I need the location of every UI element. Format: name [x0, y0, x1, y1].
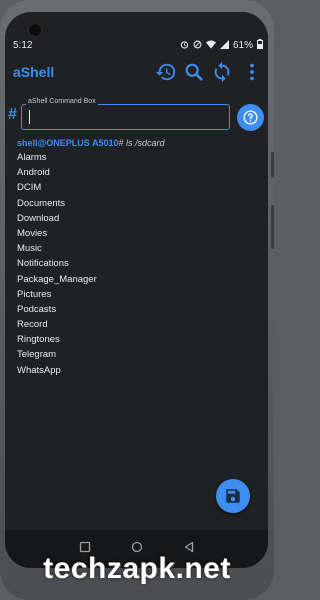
phone-volume-button — [271, 205, 274, 249]
output-line: Pictures — [17, 288, 52, 300]
battery-icon — [257, 39, 263, 52]
history-icon[interactable] — [155, 61, 177, 83]
text-caret — [29, 110, 30, 124]
save-icon — [226, 489, 240, 503]
prompt-user: shell@ONEPLUS A5010 — [17, 138, 119, 148]
output-line: Record — [17, 319, 48, 331]
command-prompt: shell@ONEPLUS A5010# ls /sdcard — [17, 136, 257, 150]
output-line: Alarms — [17, 152, 47, 163]
output-line: WhatsApp — [17, 364, 61, 376]
output-line: Podcasts — [17, 303, 57, 315]
status-bar: 5:12 61% — [13, 38, 263, 54]
status-time: 5:12 — [13, 40, 33, 51]
command-input[interactable] — [21, 104, 230, 130]
prompt-symbol: # — [8, 106, 17, 123]
help-icon — [243, 110, 258, 125]
output-line: Music — [17, 243, 42, 255]
watermark: techzapk.net — [43, 552, 231, 585]
command-box-label: aShell Command Box — [26, 98, 98, 105]
help-button[interactable] — [237, 104, 264, 131]
front-camera — [28, 23, 42, 37]
dnd-icon — [193, 40, 202, 52]
prompt-command: # ls /sdcard — [118, 138, 165, 148]
more-options-icon[interactable] — [241, 61, 263, 83]
wifi-icon — [205, 40, 216, 52]
command-row: # aShell Command Box — [5, 98, 268, 134]
phone-screen: 5:12 61% aShell # aShell Command Box she… — [5, 12, 268, 568]
signal-icon — [219, 39, 229, 52]
app-title: aShell — [13, 64, 55, 80]
output-line: Movies — [17, 227, 48, 239]
output-line: Notifications — [17, 258, 69, 270]
save-button[interactable] — [216, 479, 250, 513]
output-line: Download — [17, 212, 60, 224]
output-line: Documents — [17, 197, 66, 209]
refresh-icon[interactable] — [211, 61, 233, 83]
search-icon[interactable] — [183, 61, 205, 83]
phone-side-button — [271, 152, 274, 178]
output-line: DCIM — [17, 182, 42, 194]
battery-percent: 61% — [232, 40, 253, 51]
output-line: Telegram — [17, 349, 57, 361]
output-line: Android — [17, 167, 50, 179]
alarm-icon — [180, 40, 189, 52]
output-line: Ringtones — [17, 334, 60, 346]
output-line: Package_Manager — [17, 273, 97, 285]
app-bar: aShell — [5, 58, 268, 86]
terminal-output: shell@ONEPLUS A5010# ls /sdcard Alarms An… — [17, 136, 257, 378]
